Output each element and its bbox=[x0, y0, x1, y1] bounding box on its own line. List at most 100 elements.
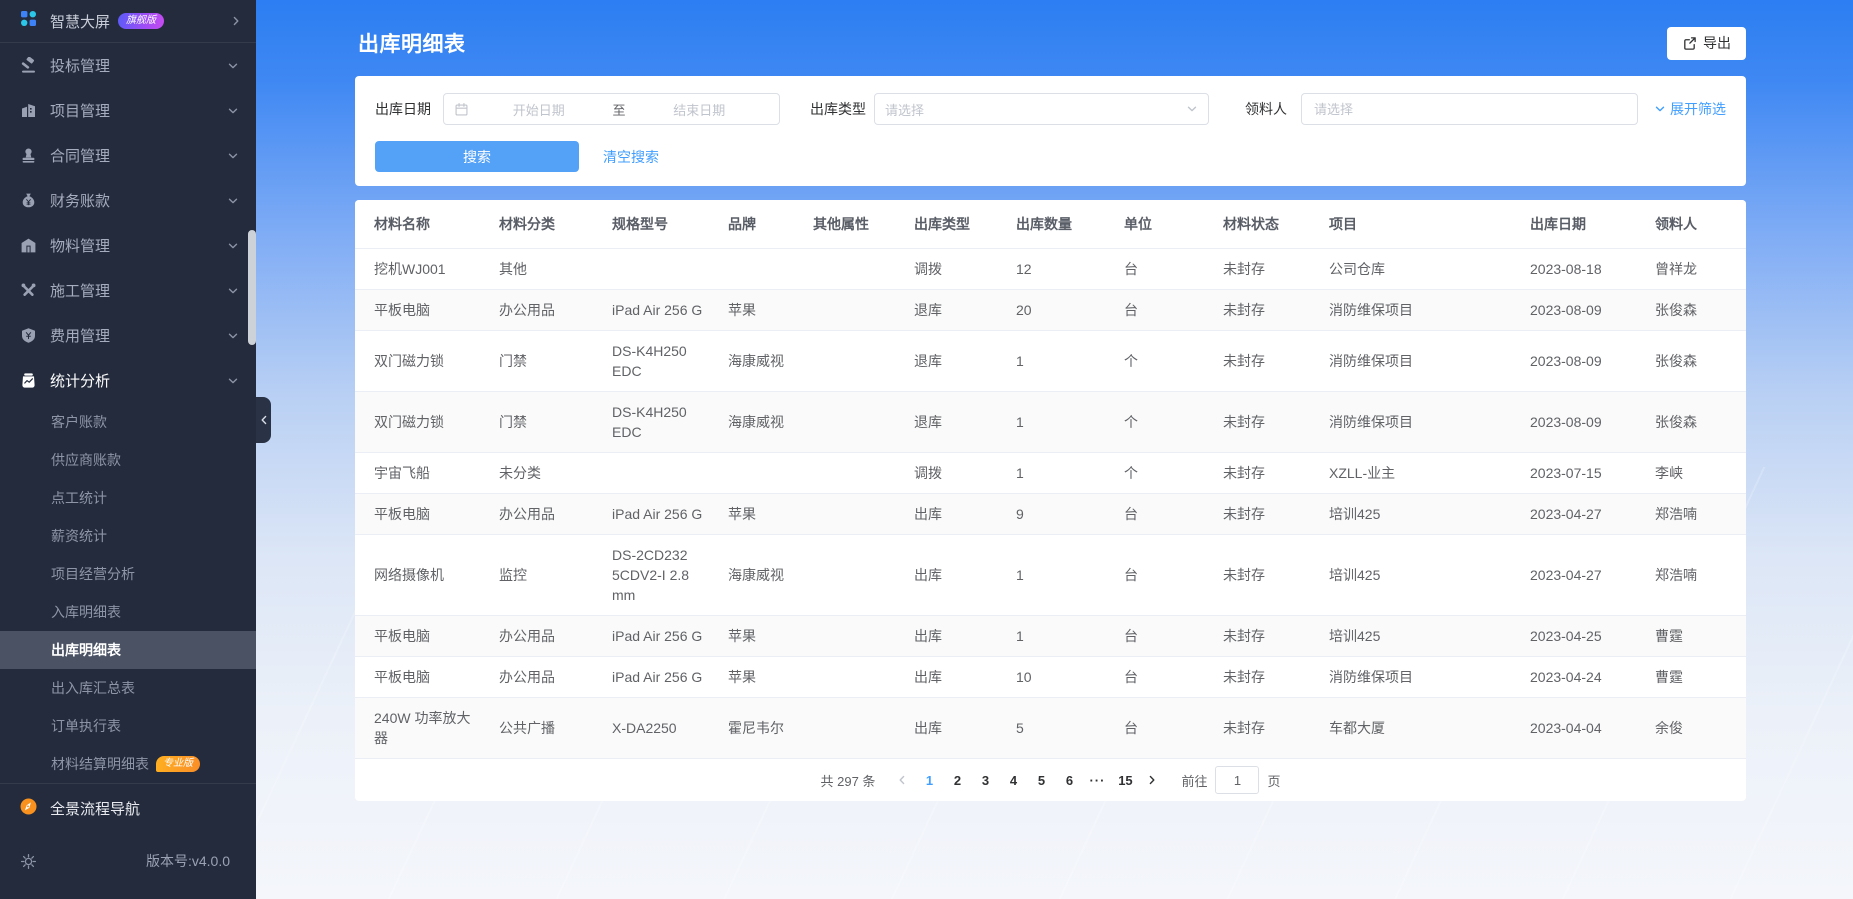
date-range-separator: 至 bbox=[612, 102, 626, 118]
sidebar-submenu-item[interactable]: 订单执行表 bbox=[0, 707, 256, 745]
table-card: 材料名称 材料分类 规格型号 品牌 其他属性 出库类型 出库数量 单位 材料状态 项目 出库日期 领料… bbox=[355, 200, 1746, 801]
page-number[interactable]: 6 bbox=[1055, 773, 1083, 788]
table-cell: 余俊 bbox=[1645, 697, 1746, 759]
sidebar-item-shield[interactable]: 费用管理 bbox=[0, 313, 256, 358]
sidebar-submenu-item[interactable]: 项目经营分析 bbox=[0, 555, 256, 593]
money-bag-icon bbox=[20, 192, 37, 209]
page-number[interactable]: 4 bbox=[999, 773, 1027, 788]
search-button[interactable]: 搜索 bbox=[375, 141, 579, 172]
sidebar-item-smart-screen[interactable]: 智慧大屏 旗舰版 bbox=[0, 0, 256, 42]
building-icon bbox=[20, 102, 37, 119]
sidebar-submenu-item[interactable]: 薪资统计 bbox=[0, 517, 256, 555]
table-cell: DS-K4H250 EDC bbox=[602, 391, 718, 453]
table-cell: 平板电脑 bbox=[355, 615, 489, 657]
table-row: 宇宙飞船 未分类 调拨 1 个未封存 XZLL-业主 2023-07-15 李峡 bbox=[355, 452, 1746, 494]
prev-page-button[interactable] bbox=[889, 774, 915, 786]
table-cell: 出库 bbox=[904, 615, 1006, 657]
picker-input[interactable] bbox=[1301, 93, 1638, 125]
table-cell: 消防维保项目 bbox=[1319, 330, 1520, 392]
table-cell: 2023-04-27 bbox=[1520, 493, 1645, 535]
sidebar-item-building[interactable]: 项目管理 bbox=[0, 88, 256, 133]
table-cell: 办公用品 bbox=[489, 289, 602, 331]
column-header: 单位 bbox=[1114, 200, 1213, 249]
table-cell: 监控 bbox=[489, 534, 602, 616]
table-cell: 办公用品 bbox=[489, 493, 602, 535]
page-number[interactable]: 5 bbox=[1027, 773, 1055, 788]
sidebar-item-process-nav[interactable]: 全景流程导航 bbox=[0, 784, 256, 832]
table-cell: 平板电脑 bbox=[355, 656, 489, 698]
sidebar-collapse-handle[interactable] bbox=[256, 397, 271, 443]
table-cell: 平板电脑 bbox=[355, 493, 489, 535]
table-cell: 消防维保项目 bbox=[1319, 391, 1520, 453]
table-cell: 退库 bbox=[904, 391, 1006, 453]
export-icon bbox=[1682, 36, 1697, 51]
sidebar-submenu-item[interactable]: 供应商账款 bbox=[0, 441, 256, 479]
column-header: 出库类型 bbox=[904, 200, 1006, 249]
table-cell: 郑浩喃 bbox=[1645, 534, 1746, 616]
table-cell: 台 bbox=[1114, 493, 1213, 535]
table-cell: 1 bbox=[1006, 391, 1114, 453]
stamp-icon bbox=[20, 147, 37, 164]
chevron-right-icon bbox=[230, 15, 242, 27]
next-page-button[interactable] bbox=[1139, 774, 1165, 786]
sidebar-scrollbar-thumb[interactable] bbox=[248, 230, 256, 345]
table-row: 平板电脑 办公用品 iPad Air 256 G 苹果 出库 9 台未封存 培训425 2023… bbox=[355, 493, 1746, 535]
gear-icon[interactable] bbox=[20, 853, 37, 870]
clear-search-link[interactable]: 清空搜索 bbox=[603, 147, 659, 167]
sidebar-item-money-bag[interactable]: 财务账款 bbox=[0, 178, 256, 223]
date-filter-label: 出库日期 bbox=[375, 101, 431, 117]
page-number[interactable]: 2 bbox=[943, 773, 971, 788]
sidebar-submenu-item[interactable]: 材料结算明细表 专业版 bbox=[0, 745, 256, 783]
page-title: 出库明细表 bbox=[358, 33, 466, 56]
table-cell bbox=[803, 656, 904, 698]
outbound-type-select[interactable]: 请选择 bbox=[874, 93, 1209, 125]
table-cell: 网络摄像机 bbox=[355, 534, 489, 616]
table-cell: 未封存 bbox=[1213, 391, 1319, 453]
table-cell bbox=[803, 391, 904, 453]
table-cell: 台 bbox=[1114, 697, 1213, 759]
column-header: 领料人 bbox=[1645, 200, 1746, 249]
sidebar-item-gavel[interactable]: 投标管理 bbox=[0, 43, 256, 88]
table-cell: 曹霆 bbox=[1645, 615, 1746, 657]
table-cell bbox=[803, 534, 904, 616]
table-cell: 消防维保项目 bbox=[1319, 289, 1520, 331]
sidebar-item-warehouse[interactable]: 物料管理 bbox=[0, 223, 256, 268]
page-number[interactable]: 15 bbox=[1111, 773, 1139, 788]
page-header: 出库明细表 导出 bbox=[355, 26, 1746, 60]
table-cell bbox=[803, 493, 904, 535]
main-area: 出库明细表 导出 出库日期 开始日期 至 结束日期 出库类型 请选择 领料人 请… bbox=[256, 0, 1853, 899]
page-number[interactable]: 1 bbox=[915, 773, 943, 788]
table-cell: 苹果 bbox=[718, 289, 803, 331]
sidebar-item-stamp[interactable]: 合同管理 bbox=[0, 133, 256, 178]
table-cell: 台 bbox=[1114, 534, 1213, 616]
date-range-input[interactable]: 开始日期 至 结束日期 bbox=[443, 93, 780, 125]
table-cell: 个 bbox=[1114, 452, 1213, 494]
sidebar-submenu-item[interactable]: 出库明细表 bbox=[0, 631, 256, 669]
table-cell: 未封存 bbox=[1213, 289, 1319, 331]
table-cell: 2023-04-04 bbox=[1520, 697, 1645, 759]
export-button[interactable]: 导出 bbox=[1667, 26, 1746, 60]
sidebar-submenu-item[interactable]: 点工统计 bbox=[0, 479, 256, 517]
page-jump-input[interactable] bbox=[1215, 766, 1260, 794]
table-cell: 挖机WJ001 bbox=[355, 248, 489, 290]
page-number[interactable]: 3 bbox=[971, 773, 999, 788]
sidebar-item-tools[interactable]: 施工管理 bbox=[0, 268, 256, 313]
table-cell: 苹果 bbox=[718, 656, 803, 698]
sidebar-submenu-item[interactable]: 入库明细表 bbox=[0, 593, 256, 631]
chevron-down-icon bbox=[227, 240, 239, 252]
table-cell: iPad Air 256 G bbox=[602, 615, 718, 657]
sidebar-submenu-item[interactable]: 出入库汇总表 bbox=[0, 669, 256, 707]
table-cell: 车都大厦 bbox=[1319, 697, 1520, 759]
table-cell: 调拨 bbox=[904, 248, 1006, 290]
sidebar-submenu-item[interactable]: 客户账款 bbox=[0, 403, 256, 441]
table-cell: 张俊森 bbox=[1645, 391, 1746, 453]
column-header: 材料分类 bbox=[489, 200, 602, 249]
table-cell: 培训425 bbox=[1319, 534, 1520, 616]
expand-filters-link[interactable]: 展开筛选 bbox=[1654, 99, 1726, 119]
table-cell: 台 bbox=[1114, 615, 1213, 657]
sidebar-item-label: 统计分析 bbox=[50, 373, 111, 390]
table-cell: X-DA2250 bbox=[602, 697, 718, 759]
sidebar: 智慧大屏 旗舰版 投标管理 项目管理 合同管理 财务账款 物料管理 施工管理 费用管理统计分… bbox=[0, 0, 256, 899]
chevron-down-icon bbox=[227, 375, 239, 387]
sidebar-item-chart-jar[interactable]: 统计分析 bbox=[0, 358, 256, 403]
